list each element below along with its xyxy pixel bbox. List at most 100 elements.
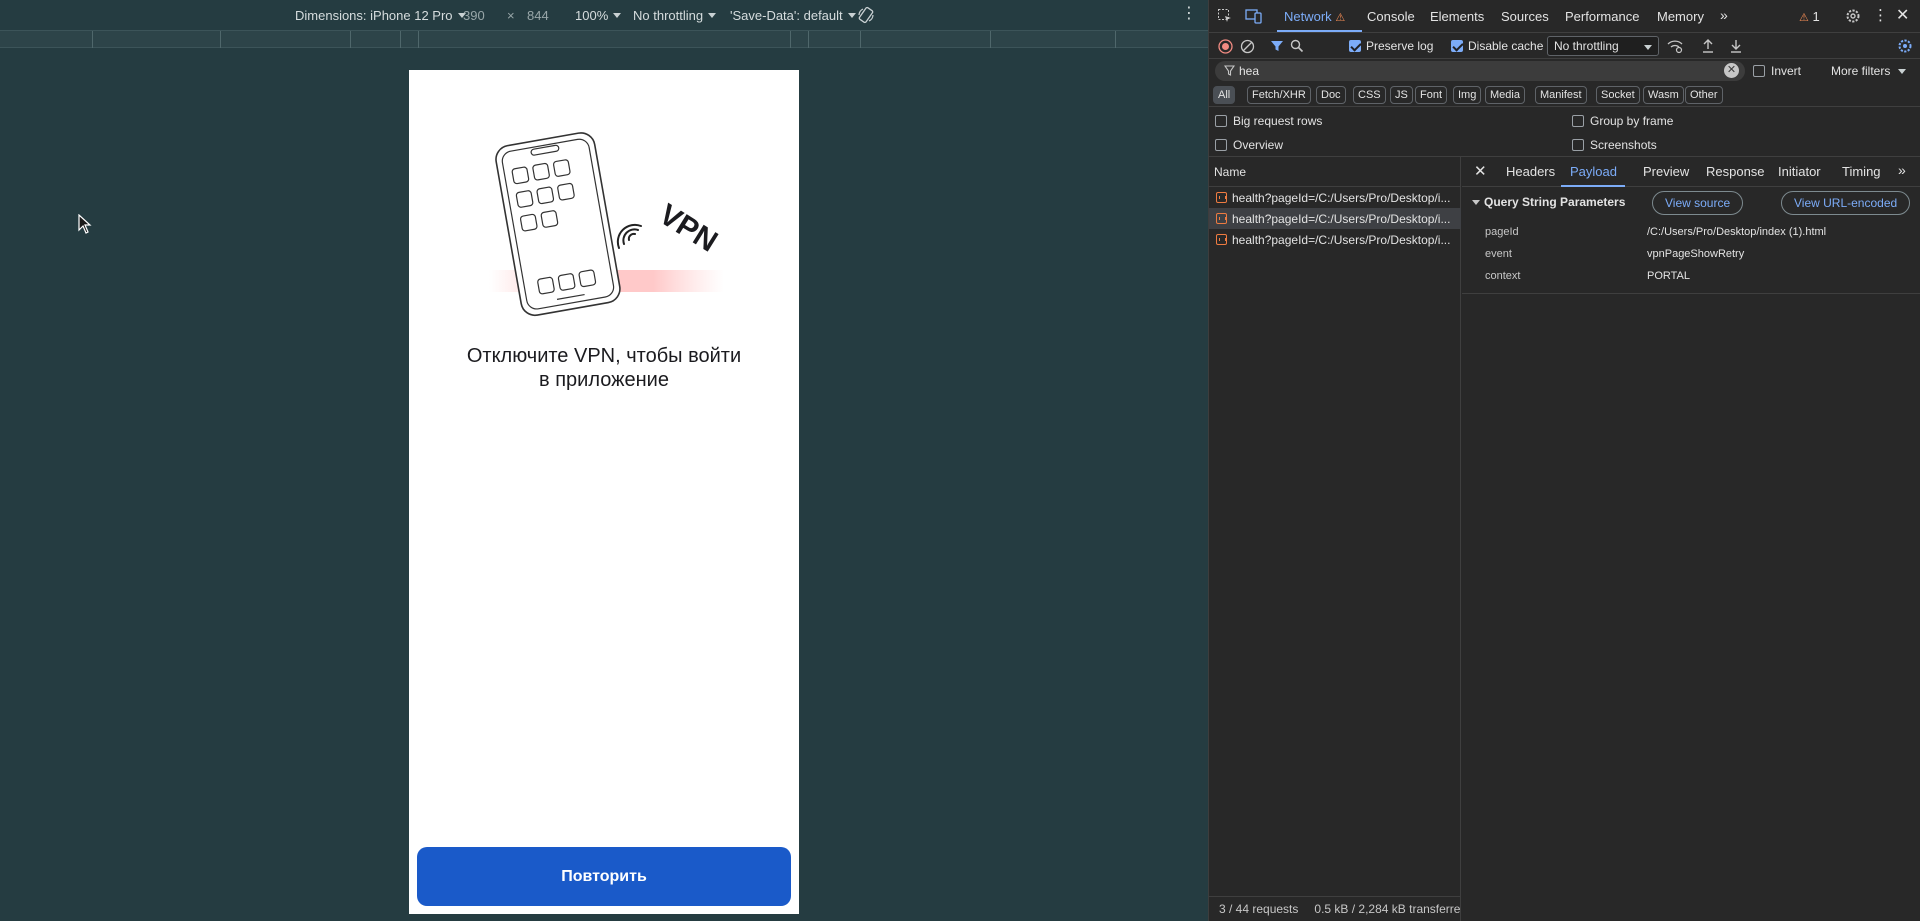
preserve-log-checkbox[interactable] [1349, 40, 1361, 52]
more-tabs-icon[interactable]: » [1898, 162, 1906, 178]
mouse-cursor-icon [78, 214, 92, 234]
tab-sources[interactable]: Sources [1501, 9, 1549, 24]
type-manifest[interactable]: Manifest [1535, 86, 1587, 104]
network-throttling-select[interactable]: No throttling [1547, 36, 1659, 56]
type-js[interactable]: JS [1390, 86, 1413, 104]
detail-tab-bar: ✕ Headers Payload Preview Response Initi… [1462, 157, 1920, 187]
type-all[interactable]: All [1213, 86, 1236, 104]
filter-row: hea ✕ Invert More filters [1209, 59, 1920, 83]
big-request-rows-checkbox[interactable] [1215, 115, 1227, 127]
device-select[interactable]: Dimensions: iPhone 12 Pro [295, 8, 466, 23]
invert-checkbox[interactable] [1753, 65, 1765, 77]
clear-filter-icon[interactable]: ✕ [1724, 63, 1739, 78]
retry-button[interactable]: Повторить [417, 847, 791, 906]
ruler-tick [790, 31, 791, 48]
more-filters-dropdown[interactable]: More filters [1831, 64, 1906, 78]
tab-memory[interactable]: Memory [1657, 9, 1704, 24]
media-query-ruler [0, 30, 1208, 48]
type-fetch-xhr[interactable]: Fetch/XHR [1247, 86, 1311, 104]
clear-icon[interactable] [1240, 39, 1255, 54]
chevron-down-icon [613, 13, 622, 18]
type-media[interactable]: Media [1485, 86, 1525, 104]
request-name: health?pageId=/C:/Users/Pro/Desktop/i... [1232, 211, 1451, 226]
request-row[interactable]: health?pageId=/C:/Users/Pro/Desktop/i... [1209, 187, 1461, 208]
type-other[interactable]: Other [1685, 86, 1723, 104]
tab-headers[interactable]: Headers [1506, 164, 1555, 179]
tab-console[interactable]: Console [1367, 9, 1415, 24]
view-source-button[interactable]: View source [1652, 191, 1744, 215]
page-title: Отключите VPN, чтобы войти в приложение [429, 344, 779, 392]
expand-triangle-icon [1472, 199, 1480, 205]
tab-initiator[interactable]: Initiator [1778, 164, 1821, 179]
type-wasm[interactable]: Wasm [1643, 86, 1684, 104]
type-img[interactable]: Img [1453, 86, 1482, 104]
export-har-icon[interactable] [1729, 38, 1743, 54]
device-toolbar: Dimensions: iPhone 12 Pro 390 × 844 100%… [0, 0, 1208, 30]
screenshots-checkbox[interactable] [1572, 139, 1584, 151]
request-row[interactable]: health?pageId=/C:/Users/Pro/Desktop/i... [1209, 229, 1461, 250]
more-options-icon[interactable]: ⋮ [1873, 6, 1888, 24]
network-settings-gear-icon[interactable] [1897, 38, 1913, 54]
width-input[interactable]: 390 [463, 8, 485, 23]
save-data-label: 'Save-Data': default [730, 8, 843, 23]
filter-icon[interactable] [1270, 39, 1284, 53]
throttling-label: No throttling [633, 8, 704, 23]
view-url-encoded-button[interactable]: View URL-encoded [1781, 191, 1911, 215]
save-data-select[interactable]: 'Save-Data': default [730, 8, 856, 23]
wifi-signal-icon [616, 223, 642, 249]
network-throttling-label: No throttling [1554, 39, 1619, 53]
tab-elements[interactable]: Elements [1430, 9, 1484, 24]
import-har-icon[interactable] [1701, 38, 1715, 54]
vpn-text: VPN [653, 198, 723, 259]
ruler-tick [92, 31, 93, 48]
tab-preview[interactable]: Preview [1643, 164, 1689, 179]
issues-counter[interactable]: ⚠ 1 [1799, 9, 1820, 24]
column-header-name[interactable]: Name [1209, 157, 1461, 187]
more-tabs-icon[interactable]: » [1720, 7, 1728, 23]
close-detail-icon[interactable]: ✕ [1474, 162, 1487, 180]
query-params-section-toggle[interactable]: Query String Parameters [1472, 195, 1625, 209]
network-conditions-icon[interactable] [1666, 38, 1684, 54]
transferred-size: 0.5 kB / 2,284 kB transferred [1314, 902, 1461, 916]
rotate-icon[interactable] [857, 6, 875, 24]
group-by-frame-checkbox[interactable] [1572, 115, 1584, 127]
height-input[interactable]: 844 [527, 8, 549, 23]
preserve-log-label: Preserve log [1366, 39, 1434, 53]
ruler-tick [350, 31, 351, 48]
settings-gear-icon[interactable] [1845, 8, 1861, 24]
tab-payload[interactable]: Payload [1570, 164, 1617, 179]
request-type-icon [1216, 213, 1227, 224]
ruler-tick [1115, 31, 1116, 48]
warning-icon: ⚠ [1335, 12, 1346, 24]
tab-performance[interactable]: Performance [1565, 9, 1639, 24]
type-socket[interactable]: Socket [1596, 86, 1640, 104]
throttling-select[interactable]: No throttling [633, 8, 717, 23]
active-tab-indicator [1277, 30, 1362, 32]
overview-checkbox[interactable] [1215, 139, 1227, 151]
devtools-tab-bar: Network ⚠ Console Elements Sources Perfo… [1209, 0, 1920, 33]
more-filters-label: More filters [1831, 64, 1891, 78]
ruler-tick [400, 31, 401, 48]
filter-input[interactable]: hea ✕ [1215, 61, 1745, 81]
ruler-tick [808, 31, 809, 48]
type-css[interactable]: CSS [1353, 86, 1386, 104]
tab-timing[interactable]: Timing [1842, 164, 1881, 179]
more-options-icon[interactable]: ⋮ [1181, 6, 1197, 22]
chevron-down-icon [708, 13, 717, 18]
record-stop-icon[interactable] [1218, 39, 1233, 54]
param-value: vpnPageShowRetry [1647, 248, 1745, 260]
inspect-element-icon[interactable] [1217, 8, 1233, 24]
type-font[interactable]: Font [1415, 86, 1448, 104]
disable-cache-checkbox[interactable] [1451, 40, 1463, 52]
tab-network[interactable]: Network ⚠ [1284, 9, 1345, 24]
close-icon[interactable]: ✕ [1896, 5, 1909, 25]
zoom-select[interactable]: 100% [575, 8, 622, 23]
type-doc[interactable]: Doc [1316, 86, 1346, 104]
request-row-selected[interactable]: health?pageId=/C:/Users/Pro/Desktop/i... [1209, 208, 1461, 229]
warning-icon: ⚠ [1799, 12, 1809, 24]
param-key: pageId [1485, 226, 1519, 238]
device-label: Dimensions: iPhone 12 Pro [295, 8, 453, 23]
device-toolbar-icon[interactable] [1245, 8, 1263, 24]
tab-response[interactable]: Response [1706, 164, 1765, 179]
search-icon[interactable] [1290, 39, 1304, 53]
